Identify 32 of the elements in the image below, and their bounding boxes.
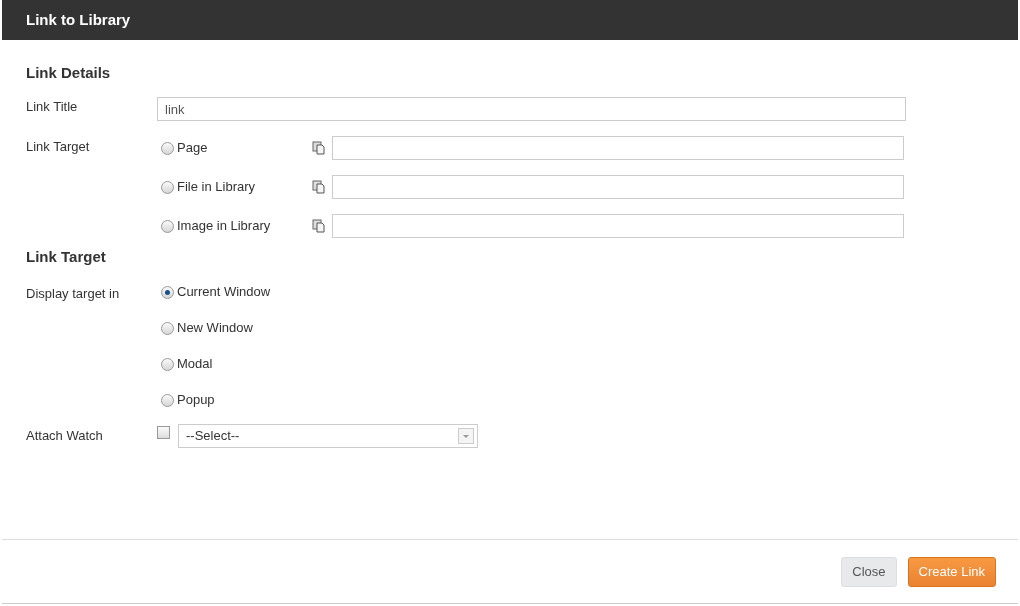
radio-label: Current Window xyxy=(177,283,271,302)
radio-button[interactable] xyxy=(161,321,174,335)
radio-button[interactable] xyxy=(161,393,174,407)
radio-label: New Window xyxy=(177,319,253,338)
radio-button[interactable] xyxy=(161,285,174,299)
copy-icon[interactable] xyxy=(312,141,326,155)
copy-icon[interactable] xyxy=(312,180,326,194)
field-label: Link Target xyxy=(26,138,91,156)
radio-label: Page xyxy=(177,139,208,158)
section-heading: Link Target xyxy=(26,248,107,266)
radio-button[interactable] xyxy=(161,357,174,371)
target-field[interactable] xyxy=(332,214,904,238)
radio-button[interactable] xyxy=(161,180,174,194)
dropdown-icon xyxy=(458,428,474,444)
link-title-field[interactable]: link xyxy=(157,97,906,121)
field-label: Link Title xyxy=(26,98,79,116)
radio-label: Image in Library xyxy=(177,217,271,236)
section-heading: Link Details xyxy=(26,64,112,82)
radio-label: Modal xyxy=(177,355,213,374)
checkbox[interactable] xyxy=(157,426,170,439)
radio-label: Popup xyxy=(177,391,215,410)
watch-select[interactable]: --Select-- xyxy=(178,424,478,448)
target-field[interactable] xyxy=(332,175,904,199)
field-label: Display target in xyxy=(26,285,121,300)
field-label: Attach Watch xyxy=(26,427,104,445)
radio-label: File in Library xyxy=(177,178,256,197)
target-field[interactable] xyxy=(332,136,904,160)
radio-button[interactable] xyxy=(161,141,174,155)
copy-icon[interactable] xyxy=(312,219,326,233)
radio-button[interactable] xyxy=(161,219,174,233)
dialog-title: Link to Library xyxy=(26,9,131,30)
close-button[interactable]: Close xyxy=(841,556,897,587)
